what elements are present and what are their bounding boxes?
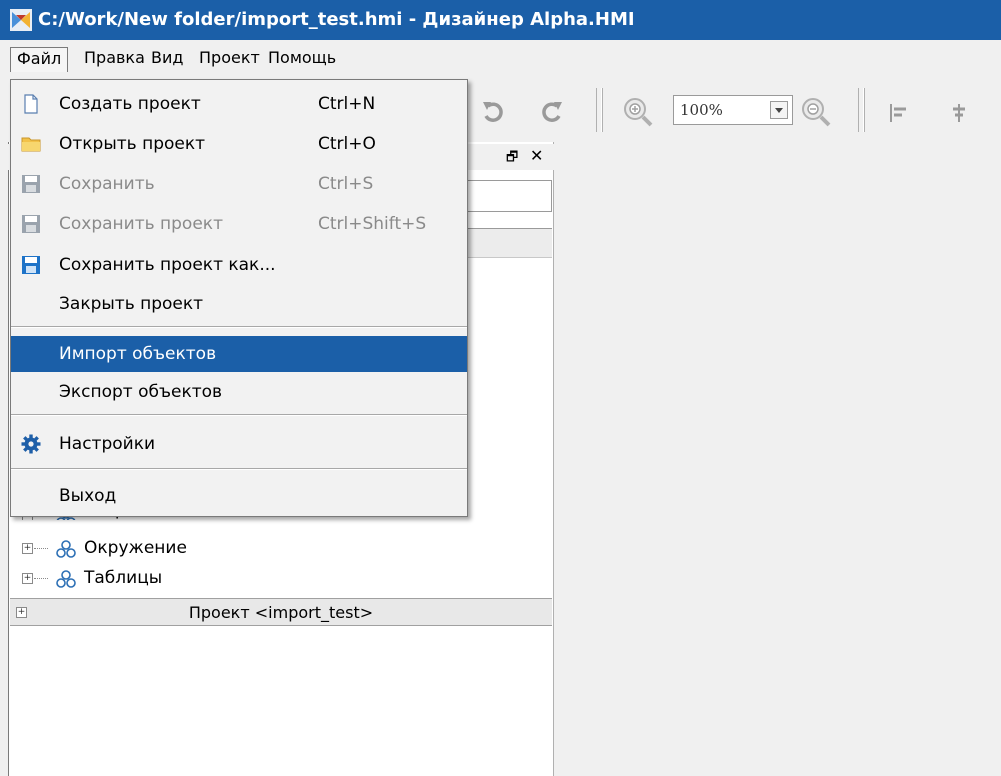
expand-icon[interactable]: + <box>22 573 33 584</box>
new-document-icon <box>24 94 38 114</box>
menu-item-new-project[interactable]: Создать проект Ctrl+N <box>11 86 467 122</box>
project-section-label: Проект <import_test> <box>188 603 374 622</box>
align-center-icon[interactable] <box>948 102 970 124</box>
window-title: C:/Work/New folder/import_test.hmi - Диз… <box>38 9 635 30</box>
tree-item-tables[interactable]: + Таблицы <box>16 566 316 592</box>
menu-item-label: Экспорт объектов <box>59 382 223 402</box>
align-left-icon[interactable] <box>888 102 910 124</box>
menu-item-label: Открыть проект <box>59 134 206 154</box>
tree-item-environment[interactable]: + Окружение <box>16 536 316 562</box>
menu-file[interactable]: Файл <box>10 47 69 72</box>
menu-item-label: Создать проект <box>59 94 201 114</box>
menu-item-label: Импорт объектов <box>59 344 217 364</box>
menu-item-shortcut: Ctrl+S <box>318 174 374 194</box>
gear-icon <box>21 434 41 454</box>
menu-project[interactable]: Проект <box>193 47 266 71</box>
menu-item-close-project[interactable]: Закрыть проект <box>11 286 467 322</box>
menu-bar: Файл Правка Вид Проект Помощь <box>0 40 1001 74</box>
toolbar-separator <box>858 88 864 132</box>
menu-separator <box>11 414 467 416</box>
toolbar-separator <box>596 88 602 132</box>
menu-item-label: Сохранить <box>59 174 155 194</box>
redo-icon[interactable] <box>539 99 565 125</box>
menu-edit[interactable]: Правка <box>78 47 151 71</box>
save-icon <box>22 175 40 193</box>
app-logo-icon <box>10 9 32 31</box>
menu-view[interactable]: Вид <box>145 47 189 71</box>
tree-item-label: Окружение <box>84 538 187 558</box>
menu-item-export-objects[interactable]: Экспорт объектов <box>11 374 467 410</box>
menu-item-shortcut: Ctrl+O <box>318 134 376 154</box>
zoom-out-icon[interactable] <box>800 96 832 128</box>
menu-item-save-project[interactable]: Сохранить проект Ctrl+Shift+S <box>11 206 467 242</box>
tree-item-label: Таблицы <box>84 568 163 588</box>
menu-item-label: Сохранить проект как... <box>59 255 276 275</box>
save-as-icon <box>22 256 40 274</box>
group-icon <box>56 570 76 588</box>
undo-icon[interactable] <box>480 99 506 125</box>
editor-canvas-area[interactable] <box>556 142 1001 776</box>
menu-item-shortcut: Ctrl+Shift+S <box>318 214 427 234</box>
menu-item-label: Сохранить проект <box>59 214 223 234</box>
tree-line <box>34 578 48 579</box>
menu-item-label: Закрыть проект <box>59 294 204 314</box>
zoom-combo[interactable]: 100% <box>673 95 793 125</box>
menu-separator <box>11 326 467 328</box>
menu-item-shortcut: Ctrl+N <box>318 94 376 114</box>
menu-item-label: Настройки <box>59 434 156 454</box>
zoom-value: 100% <box>680 101 723 119</box>
dock-float-icon[interactable]: 🗗 <box>506 148 518 170</box>
menu-item-settings[interactable]: Настройки <box>11 426 467 462</box>
title-bar: C:/Work/New folder/import_test.hmi - Диз… <box>0 0 1001 40</box>
group-icon <box>56 540 76 558</box>
close-icon[interactable]: ✕ <box>530 146 543 165</box>
tree-line <box>34 548 48 549</box>
menu-item-import-objects[interactable]: Импорт объектов <box>11 336 467 372</box>
menu-item-save[interactable]: Сохранить Ctrl+S <box>11 166 467 202</box>
save-project-icon <box>22 215 40 233</box>
menu-help[interactable]: Помощь <box>262 47 342 71</box>
project-section-header[interactable]: + Проект <import_test> <box>10 598 552 626</box>
zoom-in-icon[interactable] <box>622 96 654 128</box>
menu-item-open-project[interactable]: Открыть проект Ctrl+O <box>11 126 467 162</box>
chevron-down-icon[interactable] <box>770 101 788 119</box>
menu-item-exit[interactable]: Выход <box>11 478 467 514</box>
expand-icon[interactable]: + <box>22 543 33 554</box>
menu-item-save-project-as[interactable]: Сохранить проект как... <box>11 247 467 283</box>
file-menu-dropdown: Создать проект Ctrl+N Открыть проект Ctr… <box>10 79 468 517</box>
menu-separator <box>11 468 467 470</box>
menu-item-label: Выход <box>59 486 117 506</box>
folder-icon <box>21 137 41 152</box>
